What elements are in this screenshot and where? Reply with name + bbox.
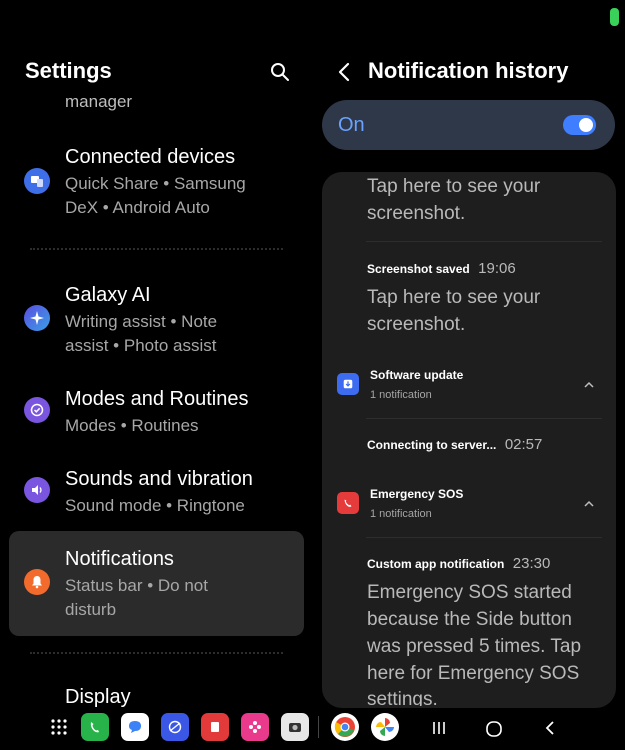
notification-time: 02:57 (504, 436, 543, 453)
dock-divider (318, 716, 319, 738)
notification-history-title: Notification history (368, 58, 569, 83)
notification-text[interactable]: Emergency SOS started (367, 579, 572, 606)
modes-routines-icon (24, 397, 50, 423)
internet-app-icon[interactable] (161, 713, 189, 741)
connected-devices-icon (24, 168, 50, 194)
notification-header[interactable]: Screenshot saved 19:06 (367, 260, 516, 278)
settings-item-title: Modes and Routines (65, 388, 249, 410)
sound-icon (24, 477, 50, 503)
photos-app-icon[interactable] (371, 713, 399, 741)
notification-time: 23:30 (512, 555, 551, 572)
notification-header[interactable]: Custom app notification 23:30 (367, 555, 550, 573)
notification-text[interactable]: Tap here to see your (367, 173, 540, 200)
settings-item-subtitle: Modes • Routines (65, 416, 199, 435)
settings-item-subtitle: DeX • Android Auto (65, 198, 210, 217)
settings-item-connected-devices[interactable]: Connected devices Quick Share • Samsung … (0, 140, 300, 220)
settings-item-subtitle: Status bar • Do not (65, 576, 208, 595)
settings-item-modes-routines[interactable]: Modes and Routines Modes • Routines (0, 384, 300, 440)
back-arrow-icon[interactable] (336, 61, 354, 83)
notification-text[interactable]: screenshot. (367, 200, 465, 227)
notification-text[interactable]: Tap here to see your (367, 284, 540, 311)
notification-time: 19:06 (478, 260, 516, 277)
chevron-up-icon[interactable] (583, 381, 595, 389)
notification-header[interactable]: Connecting to server... 02:57 (367, 436, 542, 454)
emergency-sos-icon (337, 492, 359, 514)
settings-item-title: Sounds and vibration (65, 468, 253, 490)
settings-item-title: Notifications (65, 548, 174, 570)
settings-item-subtitle: assist • Photo assist (65, 336, 217, 355)
messages-app-icon[interactable] (121, 713, 149, 741)
group-count: 1 notification (370, 389, 432, 401)
settings-item-subtitle: Sound mode • Ringtone (65, 496, 245, 515)
notification-title: Custom app notification (367, 557, 505, 571)
toggle-knob (579, 118, 593, 132)
notification-title: Screenshot saved (367, 262, 470, 276)
back-nav-icon[interactable] (542, 720, 558, 736)
notification-text[interactable]: because the Side button (367, 606, 572, 633)
settings-item-galaxy-ai[interactable]: Galaxy AI Writing assist • Note assist •… (0, 278, 300, 358)
divider (366, 537, 602, 538)
group-count: 1 notification (370, 508, 432, 520)
search-icon[interactable] (270, 62, 290, 82)
settings-item-title: Galaxy AI (65, 284, 151, 306)
divider (30, 652, 283, 654)
divider (366, 418, 602, 419)
home-nav-icon[interactable] (485, 720, 503, 738)
recents-nav-icon[interactable] (431, 720, 447, 736)
history-toggle-switch[interactable] (563, 115, 596, 135)
battery-icon (610, 8, 619, 26)
settings-title: Settings (25, 58, 112, 83)
group-title[interactable]: Software update (370, 368, 463, 382)
notes-app-icon[interactable] (201, 713, 229, 741)
settings-item-display[interactable]: Display (65, 686, 131, 709)
settings-item-subtitle: disturb (65, 600, 117, 619)
notification-text[interactable]: screenshot. (367, 311, 465, 338)
settings-item-subtitle: Writing assist • Note (65, 312, 218, 331)
camera-app-icon[interactable] (281, 713, 309, 741)
settings-item-partial[interactable]: manager (65, 92, 132, 112)
divider (366, 241, 602, 242)
settings-item-title: Connected devices (65, 146, 236, 168)
phone-app-icon[interactable] (81, 713, 109, 741)
bell-icon (24, 569, 50, 595)
settings-item-sounds-vibration[interactable]: Sounds and vibration Sound mode • Ringto… (0, 464, 300, 520)
apps-grid-icon[interactable] (50, 718, 68, 736)
group-title[interactable]: Emergency SOS (370, 487, 463, 501)
notification-title: Connecting to server... (367, 438, 497, 452)
chrome-app-icon[interactable] (331, 713, 359, 741)
notification-text[interactable]: was pressed 5 times. Tap (367, 633, 581, 660)
divider (30, 248, 283, 250)
notification-text[interactable]: settings. (367, 686, 438, 706)
gallery-app-icon[interactable] (241, 713, 269, 741)
settings-item-subtitle: Quick Share • Samsung (65, 174, 246, 193)
toggle-label: On (338, 114, 365, 136)
chevron-up-icon[interactable] (583, 500, 595, 508)
galaxy-ai-icon (24, 305, 50, 331)
software-update-icon (337, 373, 359, 395)
notification-text[interactable]: here for Emergency SOS (367, 660, 579, 687)
